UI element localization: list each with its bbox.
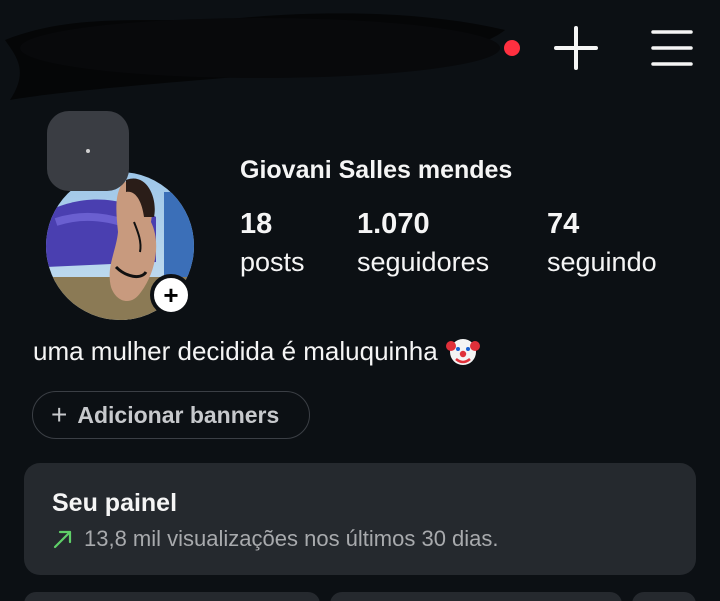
following-count: 74 [547, 208, 580, 240]
note-dot [86, 149, 90, 153]
add-banners-button[interactable]: + Adicionar banners [32, 391, 310, 439]
followers-label: seguidores [357, 247, 490, 277]
trend-up-arrow-icon [53, 530, 72, 549]
redacted-username[interactable] [0, 0, 520, 105]
stat-following[interactable]: 74 seguindo [547, 208, 657, 278]
stat-followers[interactable]: 1.070 seguidores [357, 208, 489, 278]
dashboard-summary: 13,8 mil visualizações nos últimos 30 di… [52, 526, 696, 552]
dashboard-card[interactable]: Seu painel 13,8 mil visualizações nos úl… [24, 463, 696, 575]
clown-face-icon [445, 339, 480, 365]
dashboard-title: Seu painel [52, 489, 178, 517]
display-name: Giovani Salles mendes [240, 156, 513, 184]
share-profile-button[interactable] [330, 592, 622, 601]
notification-dot [504, 40, 520, 56]
followers-count: 1.070 [357, 208, 430, 240]
bio-text: uma mulher decidida é maluquinha [33, 335, 438, 366]
stat-posts[interactable]: 18 posts [240, 208, 305, 278]
create-plus-icon[interactable] [552, 24, 600, 72]
edit-profile-button[interactable] [24, 592, 320, 601]
posts-count: 18 [240, 208, 273, 240]
hamburger-menu-icon[interactable] [648, 24, 696, 72]
profile-screen: + Giovani Salles mendes 18 posts 1.070 s… [0, 0, 720, 601]
bio: uma mulher decidida é maluquinha [33, 334, 480, 368]
following-label: seguindo [547, 247, 657, 277]
discover-people-button[interactable] [632, 592, 696, 601]
note-bubble[interactable] [47, 111, 129, 191]
posts-label: posts [240, 247, 305, 277]
dashboard-summary-text: 13,8 mil visualizações nos últimos 30 di… [84, 526, 499, 551]
plus-icon: + [51, 399, 68, 430]
add-banners-label: Adicionar banners [77, 401, 280, 428]
add-story-button[interactable]: + [150, 274, 192, 316]
